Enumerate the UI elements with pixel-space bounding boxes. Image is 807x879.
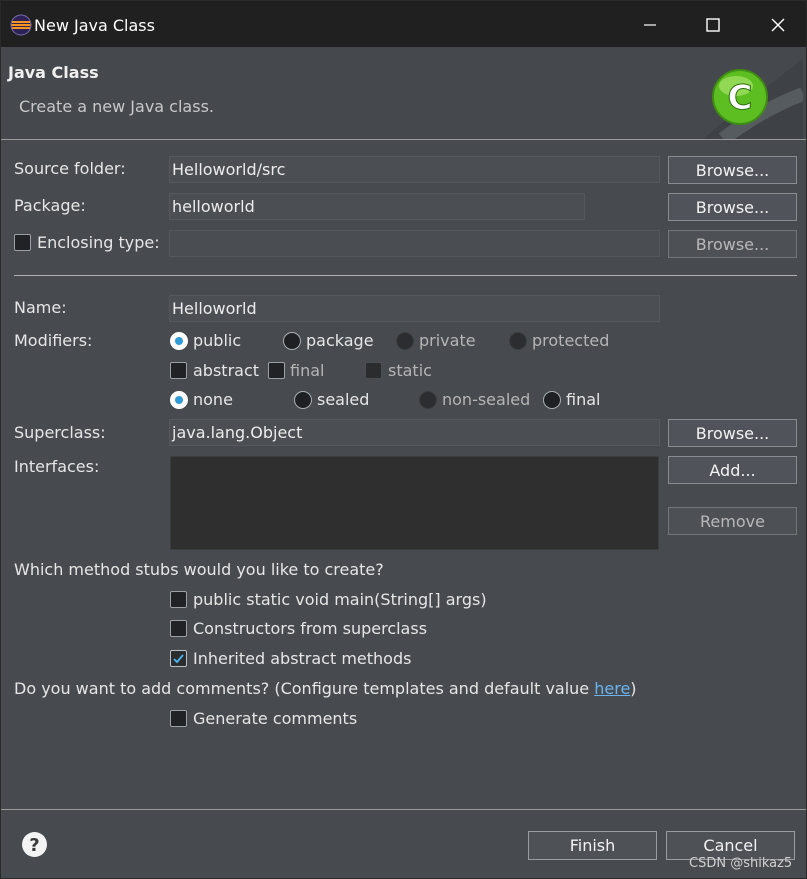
remove-interface-button[interactable]: Remove (668, 507, 797, 535)
final-checkbox-label: final (290, 361, 325, 380)
name-label: Name: (14, 298, 67, 317)
inherited-abstract-methods-checkbox[interactable] (170, 650, 187, 667)
non-sealed-radio[interactable] (419, 391, 437, 409)
constructors-label: Constructors from superclass (193, 619, 428, 638)
wizard-banner: Java Class Create a new Java class. C (1, 47, 806, 140)
wizard-description: Create a new Java class. (19, 97, 214, 116)
checkmark-icon (173, 654, 184, 664)
source-folder-input[interactable]: Helloworld/src (169, 156, 660, 183)
generate-comments-checkbox[interactable] (170, 710, 187, 727)
public-radio[interactable] (170, 332, 188, 350)
package-radio-label: package (306, 331, 374, 350)
final-sealing-radio[interactable] (543, 391, 561, 409)
final-sealing-radio-label: final (566, 390, 601, 409)
comments-question-end: ) (630, 679, 637, 698)
wizard-title: Java Class (8, 63, 99, 82)
new-java-class-dialog: New Java Class Java Class Create a new J… (0, 0, 807, 879)
static-checkbox[interactable] (365, 362, 382, 379)
superclass-label: Superclass: (14, 423, 106, 442)
main-method-checkbox[interactable] (170, 591, 187, 608)
name-input[interactable]: Helloworld (169, 295, 660, 322)
svg-text:C: C (728, 78, 753, 118)
inherited-abstract-methods-label: Inherited abstract methods (193, 649, 412, 668)
protected-radio[interactable] (509, 332, 527, 350)
main-method-label: public static void main(String[] args) (193, 590, 487, 609)
protected-radio-label: protected (532, 331, 610, 350)
comments-question-text: Do you want to add comments? (Configure … (14, 679, 595, 698)
interfaces-label: Interfaces: (14, 457, 100, 476)
abstract-checkbox-label: abstract (193, 361, 260, 380)
finish-button[interactable]: Finish (528, 831, 657, 860)
maximize-icon[interactable] (701, 13, 725, 37)
java-class-icon: C (703, 59, 803, 139)
enclosing-type-input[interactable] (169, 230, 660, 257)
package-label: Package: (14, 196, 86, 215)
static-checkbox-label: static (388, 361, 432, 380)
source-folder-browse-button[interactable]: Browse... (668, 156, 797, 184)
none-radio[interactable] (170, 391, 188, 409)
method-stubs-question: Which method stubs would you like to cre… (14, 560, 384, 579)
none-radio-label: none (193, 390, 233, 409)
package-input[interactable]: helloworld (169, 193, 585, 220)
private-radio-label: private (419, 331, 476, 350)
public-radio-label: public (193, 331, 242, 350)
enclosing-type-label: Enclosing type: (37, 233, 160, 252)
private-radio[interactable] (396, 332, 414, 350)
constructors-checkbox[interactable] (170, 620, 187, 637)
watermark-text: CSDN @shikaz5 (689, 856, 793, 871)
help-icon[interactable]: ? (21, 831, 48, 858)
package-browse-button[interactable]: Browse... (668, 193, 797, 221)
comments-question: Do you want to add comments? (Configure … (14, 679, 637, 698)
add-interface-button[interactable]: Add... (668, 456, 797, 484)
sealed-radio[interactable] (294, 391, 312, 409)
abstract-checkbox[interactable] (170, 362, 187, 379)
enclosing-type-checkbox[interactable] (14, 234, 31, 251)
configure-templates-link[interactable]: here (594, 679, 630, 698)
source-folder-label: Source folder: (14, 159, 126, 178)
section-divider (14, 275, 797, 276)
package-radio[interactable] (283, 332, 301, 350)
window-title: New Java Class (34, 16, 155, 35)
eclipse-icon (10, 14, 32, 36)
close-icon[interactable] (766, 13, 790, 37)
enclosing-type-browse-button[interactable]: Browse... (668, 230, 797, 258)
title-bar: New Java Class (1, 1, 806, 47)
non-sealed-radio-label: non-sealed (442, 390, 531, 409)
sealed-radio-label: sealed (317, 390, 370, 409)
modifiers-label: Modifiers: (14, 331, 93, 350)
superclass-browse-button[interactable]: Browse... (668, 419, 797, 447)
generate-comments-label: Generate comments (193, 709, 358, 728)
superclass-input[interactable]: java.lang.Object (169, 419, 660, 446)
footer-divider (1, 809, 806, 810)
interfaces-list[interactable] (170, 456, 659, 550)
svg-text:?: ? (29, 835, 39, 856)
final-checkbox[interactable] (268, 362, 285, 379)
minimize-icon[interactable] (638, 13, 662, 37)
